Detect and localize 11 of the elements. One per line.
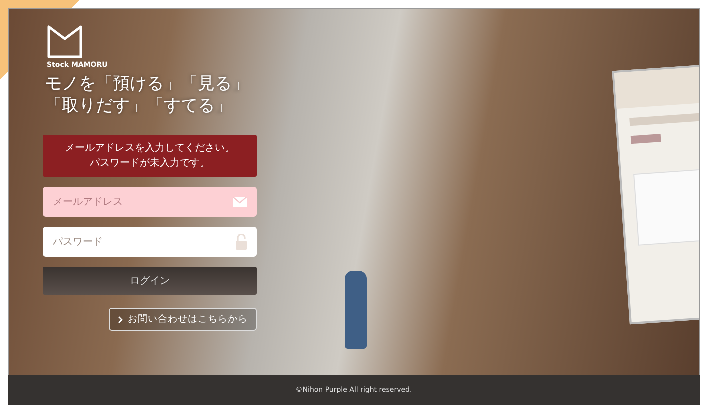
- email-field[interactable]: メールアドレス: [43, 187, 257, 217]
- error-message: メールアドレスを入力してください。 パスワードが未入力です。: [43, 135, 257, 177]
- tagline-text: 「取りだす」「すてる」: [45, 95, 233, 117]
- chevron-right-icon: [118, 316, 123, 324]
- login-button[interactable]: ログイン: [43, 267, 257, 295]
- password-field[interactable]: パスワード: [43, 227, 257, 257]
- padlock-icon: [236, 234, 247, 250]
- contact-link[interactable]: お問い合わせはこちらから: [109, 308, 257, 331]
- book-logo-icon: [47, 25, 83, 59]
- tagline-text: モノを「預ける」「見る」: [45, 73, 250, 95]
- envelope-icon: [233, 197, 247, 207]
